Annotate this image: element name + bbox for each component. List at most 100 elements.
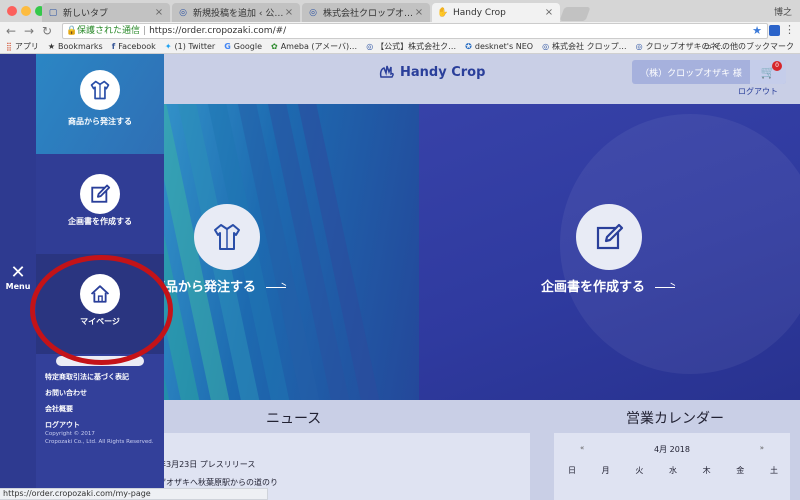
lock-icon: 🔒 — [66, 26, 78, 36]
bookmark-item[interactable]: ◎ 株式会社 クロップ… — [542, 41, 627, 52]
weekday-label: 日 — [568, 466, 576, 475]
news-heading: ニュース — [266, 411, 322, 427]
browser-profile-name[interactable]: 博之 — [774, 5, 792, 18]
site-header: Handy Crop （株）クロップオザキ 様 🛒 0 ログアウト — [164, 54, 800, 104]
weekday-label: 金 — [736, 466, 745, 475]
cart-count-badge: 0 — [772, 61, 782, 71]
browser-tab[interactable]: ◎ 株式会社クロップオザキ | アパ × — [302, 3, 430, 22]
arrow-right-icon — [266, 287, 287, 288]
red-highlight-circle — [30, 255, 173, 365]
news-item[interactable]: 年3月23日 プレスリリース — [158, 459, 255, 470]
menu-item-label: 商品から発注する — [68, 117, 132, 126]
close-tab-icon[interactable]: × — [284, 7, 294, 18]
edit-note-icon — [91, 184, 111, 203]
calendar-month: 4月 2018 — [654, 445, 690, 454]
reload-icon[interactable]: ↻ — [40, 23, 54, 39]
bookmark-apps[interactable]: ⣿ アプリ — [6, 41, 39, 52]
weekday-label: 木 — [702, 466, 711, 475]
page-icon: ▢ — [48, 7, 58, 18]
shirt-icon-circle — [194, 204, 260, 270]
cart-button[interactable]: 🛒 0 — [750, 60, 786, 84]
menu-close-button[interactable]: ✕ Menu — [0, 262, 36, 292]
close-tab-icon[interactable]: × — [544, 7, 554, 18]
site-favicon-icon: ◎ — [309, 7, 317, 18]
link-contact[interactable]: お問い合わせ — [45, 388, 129, 398]
shirt-icon-circle — [80, 70, 120, 110]
bookmark-item[interactable]: G Google — [224, 42, 262, 51]
browser-menu-icon[interactable]: ⋮ — [784, 23, 795, 36]
secure-connection-label: 保護された通信 — [77, 26, 141, 36]
arrow-right-icon — [655, 287, 676, 288]
weekday-label: 火 — [635, 466, 644, 475]
status-bar-url: https://order.cropozaki.com/my-page — [0, 488, 268, 500]
logout-link[interactable]: ログアウト — [738, 86, 778, 97]
business-calendar: « 4月 2018 » 日 月 火 水 木 金 土 — [554, 433, 790, 500]
edit-icon-circle — [576, 204, 642, 270]
other-bookmarks[interactable]: ▭ その他のブックマーク — [704, 41, 794, 52]
star-icon: ★ — [47, 42, 56, 51]
extension-icon[interactable] — [769, 25, 780, 36]
copyright-text: Copyright © 2017 Cropozaki Co., Ltd. All… — [45, 431, 154, 445]
site-favicon-icon: ◎ — [635, 42, 643, 51]
link-company[interactable]: 会社概要 — [45, 404, 129, 414]
google-icon: G — [224, 42, 231, 51]
tab-title: 株式会社クロップオザキ | アパ — [323, 9, 414, 19]
bookmark-item[interactable]: ✿ Ameba (アメーバ)… — [271, 41, 357, 52]
back-arrow-icon[interactable]: ← — [4, 23, 18, 39]
bookmark-item[interactable]: ✦ (1) Twitter — [165, 42, 215, 51]
calendar-heading: 営業カレンダー — [626, 411, 724, 427]
link-commerce-law[interactable]: 特定商取引法に基づく表記 — [45, 372, 129, 382]
weekday-label: 水 — [668, 466, 677, 475]
bookmark-item[interactable]: ◎ 【公式】株式会社ク… — [366, 41, 456, 52]
close-tab-icon[interactable]: × — [414, 7, 424, 18]
minimize-window-button[interactable] — [21, 6, 31, 16]
bookmarks-bar: ⣿ アプリ ★ Bookmarks f Facebook ✦ (1) Twitter G… — [0, 40, 800, 54]
browser-tab-bar: ▢ 新しいタブ × ◎ 新規投稿を追加 ‹ 公式 | 株式会社 × ◎ 株式会社… — [0, 0, 800, 22]
desknets-icon: ✪ — [465, 42, 472, 51]
ameba-icon: ✿ — [271, 42, 278, 51]
weekday-label: 月 — [601, 466, 610, 475]
bookmark-item[interactable]: ★ Bookmarks — [48, 42, 103, 51]
handy-crop-logo[interactable]: Handy Crop — [378, 64, 485, 80]
calendar-next-button[interactable]: » — [760, 444, 764, 452]
shirt-icon — [214, 224, 240, 250]
logo-text: Handy Crop — [400, 64, 486, 80]
edit-note-icon — [596, 223, 624, 250]
menu-item-order-from-products[interactable]: 商品から発注する — [36, 54, 164, 154]
browser-tab-active[interactable]: ✋ Handy Crop × — [432, 3, 560, 22]
close-window-button[interactable] — [7, 6, 17, 16]
create-proposal-panel[interactable]: 企画書を作成する — [419, 104, 800, 400]
menu-item-label: 企画書を作成する — [68, 217, 132, 226]
account-name: （株）クロップオザキ 様 — [640, 68, 742, 79]
menu-strip: ✕ Menu — [0, 54, 36, 500]
tab-title: Handy Crop — [453, 7, 506, 18]
bookmark-star-icon[interactable]: ★ — [752, 24, 762, 38]
account-box[interactable]: （株）クロップオザキ 様 🛒 0 — [632, 60, 786, 84]
news-item[interactable]: ザオザキへ秋葉原駅からの道のり — [158, 477, 278, 488]
browser-toolbar: ← → ↻ 🔒 保護された通信 | https://order.cropozaki.… — [0, 22, 800, 40]
bookmark-item[interactable]: ✪ desknet's NEO — [465, 42, 533, 51]
menu-label: Menu — [5, 282, 31, 291]
calendar-weekdays: 日 月 火 水 木 金 土 — [568, 465, 778, 476]
twitter-icon: ✦ — [164, 42, 172, 51]
tab-title: 新しいタブ — [63, 9, 109, 19]
hand-logo-icon — [379, 65, 394, 78]
forward-arrow-icon[interactable]: → — [22, 23, 36, 39]
weekday-label: 土 — [769, 466, 778, 475]
close-icon: ✕ — [10, 262, 26, 283]
new-tab-button[interactable] — [559, 7, 591, 21]
site-favicon-icon: ◎ — [366, 42, 374, 51]
folder-icon: ▭ — [703, 42, 714, 51]
address-url: https://order.cropozaki.com/#/ — [149, 26, 287, 36]
link-logout[interactable]: ログアウト — [45, 420, 129, 430]
bookmark-item[interactable]: f Facebook — [112, 42, 156, 51]
address-bar[interactable]: 🔒 保護された通信 | https://order.cropozaki.com/#/… — [62, 23, 768, 39]
site-favicon-icon: ◎ — [179, 7, 187, 18]
site-favicon-icon: ◎ — [542, 42, 550, 51]
browser-tab[interactable]: ◎ 新規投稿を追加 ‹ 公式 | 株式会社 × — [172, 3, 300, 22]
tab-title: 新規投稿を追加 ‹ 公式 | 株式会社 — [193, 9, 284, 19]
edit-icon-circle — [80, 174, 120, 214]
browser-tab[interactable]: ▢ 新しいタブ × — [42, 3, 170, 22]
close-tab-icon[interactable]: × — [154, 7, 164, 18]
menu-item-create-proposal[interactable]: 企画書を作成する — [36, 154, 164, 254]
